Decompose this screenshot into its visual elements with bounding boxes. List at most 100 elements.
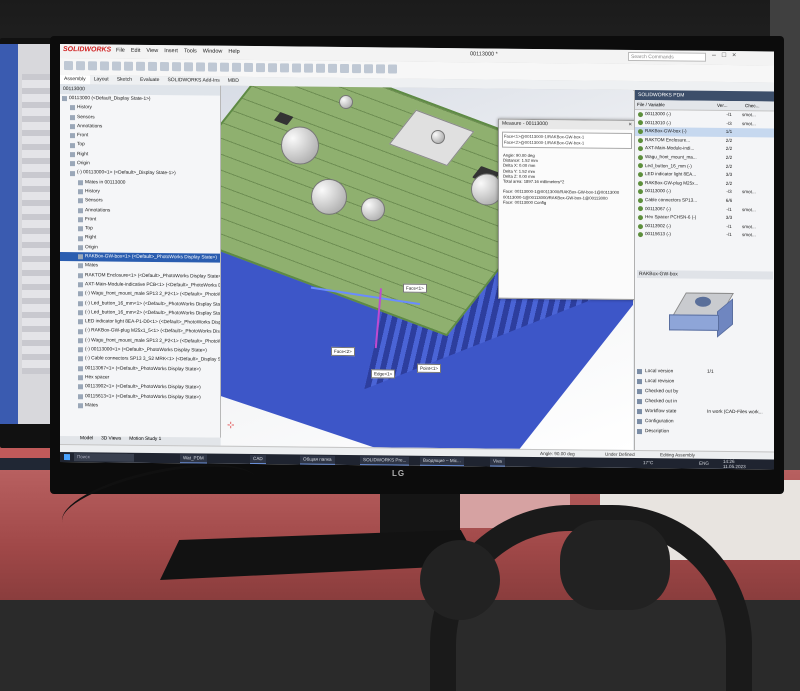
toolbar-tool-icon[interactable] bbox=[328, 63, 337, 73]
menu-item-view[interactable]: View bbox=[146, 48, 158, 54]
model-tab[interactable]: Model bbox=[80, 436, 93, 444]
tree-item-label: Mates bbox=[85, 263, 99, 269]
toolbar-tool-icon[interactable] bbox=[376, 64, 385, 74]
file-state-icon bbox=[638, 146, 643, 152]
taskbar-app[interactable]: Общая папка bbox=[300, 455, 335, 465]
toolbar-tool-icon[interactable] bbox=[388, 64, 397, 74]
file-state-icon bbox=[638, 163, 643, 169]
toolbar-tool-icon[interactable] bbox=[280, 63, 289, 73]
part-icon bbox=[78, 319, 83, 325]
toolbar-tool-icon[interactable] bbox=[364, 64, 373, 74]
pdm-version: -/1 bbox=[726, 206, 732, 212]
pdm-version: -/1 bbox=[726, 111, 732, 118]
toolbar-tool-icon[interactable] bbox=[76, 61, 85, 71]
toolbar-tool-icon[interactable] bbox=[352, 64, 361, 74]
column-header[interactable]: File / Variable bbox=[635, 100, 715, 110]
weather-widget[interactable]: 17°C bbox=[640, 459, 656, 467]
property-value: 1/1 bbox=[707, 369, 714, 375]
taskbar-app[interactable]: SOLIDWORKS Pre... bbox=[360, 456, 410, 466]
command-tab[interactable]: Assembly bbox=[60, 75, 90, 85]
file-state-icon bbox=[638, 111, 643, 117]
property-key: Local revision bbox=[645, 378, 675, 384]
column-header[interactable]: Chec... bbox=[743, 101, 774, 110]
pdm-file-row[interactable]: 00115613 (-) -/1 smot... bbox=[635, 230, 774, 240]
part-icon bbox=[78, 403, 83, 409]
toolbar-tool-icon[interactable] bbox=[208, 62, 217, 72]
taskbar-app[interactable]: CAD bbox=[250, 454, 266, 465]
toolbar-tool-icon[interactable] bbox=[256, 63, 265, 73]
pdm-checked-out: smot... bbox=[742, 206, 756, 212]
status-definition: Under Defined bbox=[605, 451, 635, 458]
status-mode: Editing Assembly bbox=[660, 452, 695, 458]
part-icon bbox=[78, 263, 83, 269]
file-state-icon bbox=[638, 197, 643, 203]
toolbar-tool-icon[interactable] bbox=[172, 62, 181, 72]
property-value bbox=[707, 422, 773, 423]
toolbar-tool-icon[interactable] bbox=[184, 62, 193, 72]
close-button[interactable]: × bbox=[732, 52, 736, 59]
toolbar-tool-icon[interactable] bbox=[160, 62, 169, 72]
headphone-cup-left bbox=[420, 540, 500, 620]
property-key: Local version bbox=[645, 368, 674, 374]
tree-item-label: Sensors bbox=[77, 114, 95, 120]
toolbar-tool-icon[interactable] bbox=[244, 62, 253, 73]
column-header[interactable]: Ver... bbox=[715, 101, 743, 110]
secondary-screen bbox=[0, 44, 54, 470]
toolbar-tool-icon[interactable] bbox=[316, 63, 325, 73]
pdm-version: 3/3 bbox=[725, 172, 733, 178]
toolbar-tool-icon[interactable] bbox=[124, 61, 133, 71]
model-tab[interactable]: 3D Views bbox=[101, 436, 121, 444]
toolbar-tool-icon[interactable] bbox=[136, 61, 145, 71]
part-icon bbox=[78, 272, 83, 279]
tree-item-label: Right bbox=[85, 235, 97, 241]
toolbar-tool-icon[interactable] bbox=[196, 62, 205, 72]
property-value: In work (CAD-Files work... bbox=[707, 409, 763, 415]
toolbar-tool-icon[interactable] bbox=[112, 61, 121, 71]
toolbar-tool-icon[interactable] bbox=[220, 62, 229, 72]
toolbar-tool-icon[interactable] bbox=[64, 61, 73, 71]
part-icon bbox=[78, 180, 83, 186]
menu-item-edit[interactable]: Edit bbox=[131, 48, 140, 54]
toolbar-tool-icon[interactable] bbox=[148, 61, 157, 72]
toolbar-tool-icon[interactable] bbox=[340, 63, 349, 74]
menu-item-window[interactable]: Window bbox=[203, 48, 223, 54]
windows-start-icon[interactable] bbox=[64, 454, 70, 461]
tree-item[interactable]: Mates bbox=[60, 401, 220, 412]
taskbar-app[interactable]: Viva bbox=[490, 457, 505, 467]
measure-callout: Edge<1> bbox=[371, 369, 396, 379]
clock[interactable]: 14:26 11.05.2023 bbox=[720, 459, 749, 469]
toolbar-tool-icon[interactable] bbox=[268, 63, 277, 73]
part-icon bbox=[62, 96, 67, 102]
command-tab[interactable]: Layout bbox=[90, 75, 113, 84]
file-state-icon bbox=[638, 137, 643, 143]
preview-label: RAKBox-GW-box bbox=[637, 270, 773, 280]
tree-item[interactable]: (-) 00113000<1> (<Default>_Display State… bbox=[60, 168, 220, 179]
command-tab[interactable]: Evaluate bbox=[136, 76, 163, 85]
command-tab[interactable]: MBD bbox=[224, 77, 243, 86]
toolbar-tool-icon[interactable] bbox=[304, 63, 313, 73]
menu-item-tools[interactable]: Tools bbox=[184, 48, 197, 54]
language-indicator[interactable]: ENG bbox=[696, 460, 712, 468]
part-icon bbox=[78, 393, 83, 399]
close-icon[interactable]: × bbox=[628, 122, 632, 128]
tree-item-label: Right bbox=[77, 151, 89, 158]
menu-item-help[interactable]: Help bbox=[228, 49, 239, 55]
menu-item-insert[interactable]: Insert bbox=[164, 48, 178, 54]
command-tab[interactable]: Sketch bbox=[113, 76, 136, 85]
measure-selection-box[interactable]: Face<1>@00113000-1/RAKBox-GW-box-1 Face<… bbox=[502, 131, 632, 149]
search-commands-input[interactable]: Search Commands bbox=[628, 51, 706, 62]
toolbar-tool-icon[interactable] bbox=[100, 61, 109, 71]
minimize-button[interactable]: – bbox=[712, 52, 716, 59]
taskbar-app[interactable]: Входящие – Mic... bbox=[420, 456, 464, 467]
pdm-checked-out bbox=[742, 128, 772, 137]
toolbar-tool-icon[interactable] bbox=[232, 62, 241, 72]
maximize-button[interactable]: □ bbox=[722, 52, 726, 59]
menu-item-file[interactable]: File bbox=[116, 48, 125, 54]
toolbar-tool-icon[interactable] bbox=[292, 63, 301, 73]
part-icon bbox=[78, 226, 83, 232]
toolbar-tool-icon[interactable] bbox=[88, 61, 97, 71]
file-state-icon bbox=[638, 129, 643, 135]
pdm-checked-out: smot... bbox=[742, 189, 756, 195]
taskbar-app[interactable]: Wat_PDM bbox=[180, 454, 207, 464]
taskbar-search[interactable]: Поиск bbox=[74, 453, 134, 462]
